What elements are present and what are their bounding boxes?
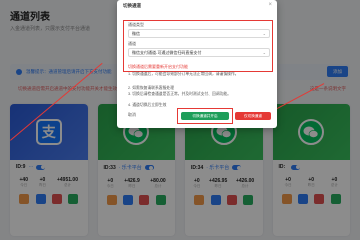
channel-type-label: 通道类型	[128, 22, 144, 27]
chevron-down-icon: ⌄	[262, 50, 266, 55]
switch-channel-modal: 切换通道 × 通道类型 微信 ⌄ 通道 微信支付通道-可通过微信扫码直接支付 ⌄…	[117, 0, 277, 128]
note-line: 3. 切换后请检查通道是否正常，并及时测试支付、回调功能。	[128, 92, 231, 96]
warning-text: 切换通道后需要重新开启支付功能	[128, 64, 188, 69]
note-line: 2. 如需恢复请联系客服处理	[128, 86, 174, 90]
switch-and-enable-button[interactable]: 切换通道并开启	[181, 112, 229, 120]
channel-value: 微信支付通道-可通过微信扫码直接支付	[132, 49, 202, 55]
chevron-down-icon: ⌄	[262, 31, 266, 36]
channel-select[interactable]: 微信支付通道-可通过微信扫码直接支付 ⌄	[128, 48, 270, 57]
cancel-button[interactable]: 取消	[128, 112, 136, 118]
note-line: 1. 切换通道后，可能会导致部分订单无法正常回调，请谨慎操作。	[128, 72, 239, 76]
close-icon[interactable]: ×	[268, 2, 272, 8]
channel-type-select[interactable]: 微信 ⌄	[128, 29, 270, 38]
switch-only-button[interactable]: 仅切换通道	[235, 112, 271, 120]
channel-type-value: 微信	[132, 30, 140, 36]
channel-label: 通道	[128, 41, 136, 46]
modal-title: 切换通道	[123, 3, 141, 8]
